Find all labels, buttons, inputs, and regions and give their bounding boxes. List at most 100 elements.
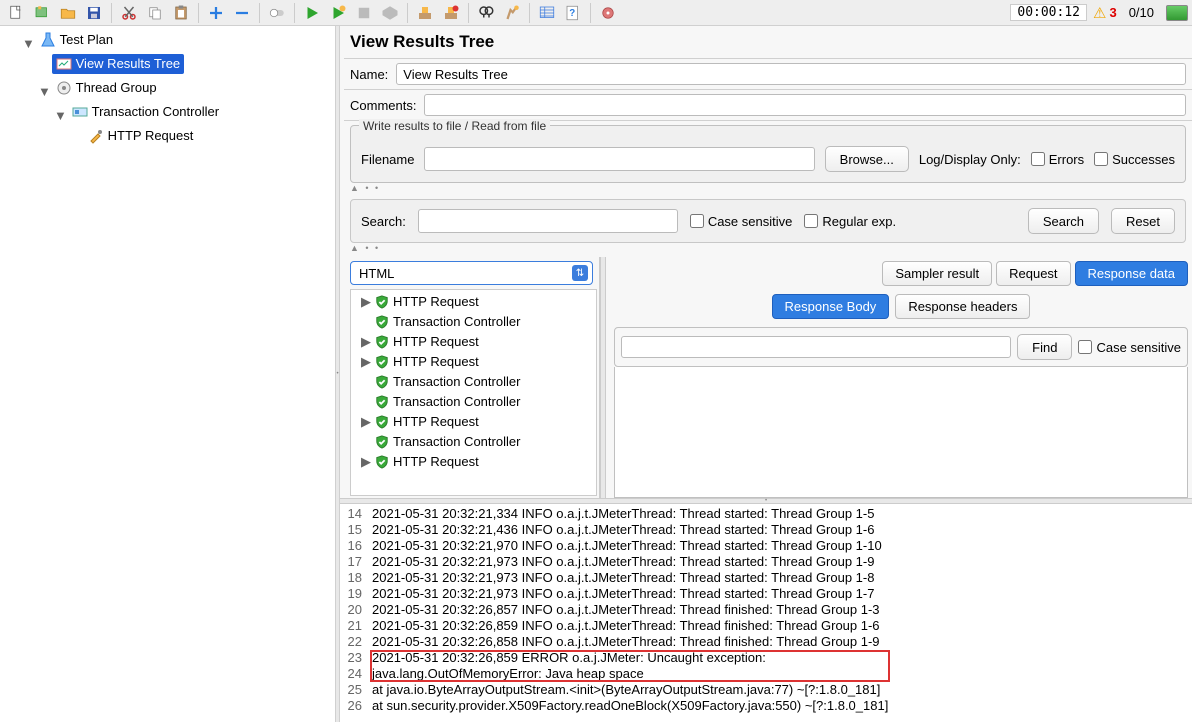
- collapse-handle-icon[interactable]: ▲ • •: [344, 243, 1192, 253]
- result-item[interactable]: Transaction Controller: [357, 312, 596, 332]
- stop-icon[interactable]: [352, 2, 376, 24]
- search-input[interactable]: [418, 209, 678, 233]
- tab-request[interactable]: Request: [996, 261, 1070, 286]
- tree-label: Thread Group: [76, 78, 157, 98]
- result-item[interactable]: Transaction Controller: [357, 372, 596, 392]
- beaker-icon: [40, 32, 56, 48]
- help-icon[interactable]: ?: [561, 2, 585, 24]
- result-item[interactable]: ▶HTTP Request: [357, 332, 596, 352]
- tree-node-thread-group[interactable]: Thread Group: [52, 78, 161, 98]
- search-button[interactable]: Search: [1028, 208, 1099, 234]
- log-line: 152021-05-31 20:32:21,436 INFO o.a.j.t.J…: [344, 522, 1192, 538]
- collapse-icon[interactable]: [230, 2, 254, 24]
- case-sensitive-checkbox[interactable]: Case sensitive: [690, 214, 793, 229]
- main-toolbar: ? 00:00:12 ⚠3 0/10: [0, 0, 1192, 26]
- disclosure-icon[interactable]: ▼: [38, 82, 48, 102]
- disclosure-icon[interactable]: ▶: [361, 412, 371, 432]
- find-input[interactable]: [621, 336, 1011, 358]
- results-icon: [56, 56, 72, 72]
- toggle-icon[interactable]: [265, 2, 289, 24]
- result-label: HTTP Request: [393, 452, 479, 472]
- renderer-select[interactable]: HTML ⇅: [350, 261, 593, 285]
- controller-icon: [72, 104, 88, 120]
- search-bar: Search: Case sensitive Regular exp. Sear…: [350, 199, 1186, 243]
- disclosure-icon[interactable]: ▼: [22, 34, 32, 54]
- filename-input[interactable]: [424, 147, 814, 171]
- log-line: 25 at java.io.ByteArrayOutputStream.<ini…: [344, 682, 1192, 698]
- run-now-icon[interactable]: [326, 2, 350, 24]
- tree-label: View Results Tree: [76, 54, 181, 74]
- result-item[interactable]: Transaction Controller: [357, 432, 596, 452]
- tree-node-test-plan[interactable]: Test Plan: [36, 30, 117, 50]
- logdisplay-label: Log/Display Only:: [919, 152, 1021, 167]
- log-line: 202021-05-31 20:32:26,857 INFO o.a.j.t.J…: [344, 602, 1192, 618]
- subtab-response-body[interactable]: Response Body: [772, 294, 890, 319]
- open-icon[interactable]: [56, 2, 80, 24]
- reset-search-icon[interactable]: [500, 2, 524, 24]
- result-item[interactable]: ▶HTTP Request: [357, 352, 596, 372]
- result-label: Transaction Controller: [393, 432, 520, 452]
- disclosure-icon[interactable]: ▶: [361, 452, 371, 472]
- paste-icon[interactable]: [169, 2, 193, 24]
- search-label: Search:: [361, 214, 406, 229]
- save-icon[interactable]: [82, 2, 106, 24]
- function-icon[interactable]: [535, 2, 559, 24]
- name-label: Name:: [350, 67, 388, 82]
- tab-response-data[interactable]: Response data: [1075, 261, 1188, 286]
- result-item[interactable]: ▶ HTTP Request: [357, 412, 596, 432]
- log-line: 24java.lang.OutOfMemoryError: Java heap …: [344, 666, 1192, 682]
- tree-node-http-request[interactable]: HTTP Request: [84, 126, 198, 146]
- result-item[interactable]: Transaction Controller: [357, 392, 596, 412]
- threadgroup-icon: [56, 80, 72, 96]
- tree-node-view-results[interactable]: View Results Tree: [52, 54, 185, 74]
- run-icon[interactable]: [300, 2, 324, 24]
- successes-checkbox[interactable]: Successes: [1094, 152, 1175, 167]
- fieldset-legend: Write results to file / Read from file: [359, 119, 550, 133]
- result-label: HTTP Request: [393, 412, 479, 432]
- name-input[interactable]: [396, 63, 1186, 85]
- tab-sampler-result[interactable]: Sampler result: [882, 261, 992, 286]
- clear-all-icon[interactable]: [439, 2, 463, 24]
- pipette-icon: [88, 128, 104, 144]
- renderer-value: HTML: [359, 266, 394, 281]
- reset-button[interactable]: Reset: [1111, 208, 1175, 234]
- test-plan-tree[interactable]: ▼ Test Plan View Results Tree ▼: [0, 26, 335, 722]
- thread-count: 0/10: [1123, 5, 1160, 20]
- collapse-handle-icon[interactable]: ▲ • •: [344, 183, 1192, 193]
- comments-input[interactable]: [424, 94, 1186, 116]
- cut-icon[interactable]: [117, 2, 141, 24]
- log-line: 222021-05-31 20:32:26,858 INFO o.a.j.t.J…: [344, 634, 1192, 650]
- heap-gauge-icon[interactable]: [1166, 5, 1188, 21]
- copy-icon[interactable]: [143, 2, 167, 24]
- disclosure-icon[interactable]: ▼: [54, 106, 64, 126]
- search-tree-icon[interactable]: [474, 2, 498, 24]
- result-label: Transaction Controller: [393, 392, 520, 412]
- result-item[interactable]: ▶HTTP Request: [357, 292, 596, 312]
- warning-indicator[interactable]: ⚠3: [1089, 4, 1121, 22]
- clear-icon[interactable]: [413, 2, 437, 24]
- expand-icon[interactable]: [204, 2, 228, 24]
- find-button[interactable]: Find: [1017, 334, 1072, 360]
- tree-node-transaction-controller[interactable]: Transaction Controller: [68, 102, 223, 122]
- disclosure-icon[interactable]: ▶: [361, 292, 371, 312]
- shutdown-icon[interactable]: [378, 2, 402, 24]
- disclosure-icon[interactable]: ▶: [361, 352, 371, 372]
- browse-button[interactable]: Browse...: [825, 146, 909, 172]
- results-tree[interactable]: ▶HTTP RequestTransaction Controller▶HTTP…: [350, 289, 597, 496]
- log-line: 232021-05-31 20:32:26,859 ERROR o.a.j.JM…: [344, 650, 1192, 666]
- new-icon[interactable]: [4, 2, 28, 24]
- tools-icon[interactable]: [596, 2, 620, 24]
- filename-label: Filename: [361, 152, 414, 167]
- find-case-checkbox[interactable]: Case sensitive: [1078, 340, 1181, 355]
- disclosure-icon[interactable]: ▶: [361, 332, 371, 352]
- subtab-response-headers[interactable]: Response headers: [895, 294, 1030, 319]
- templates-icon[interactable]: [30, 2, 54, 24]
- log-line: 182021-05-31 20:32:21,973 INFO o.a.j.t.J…: [344, 570, 1192, 586]
- log-pane[interactable]: 142021-05-31 20:32:21,334 INFO o.a.j.t.J…: [340, 504, 1192, 722]
- response-body-area[interactable]: [614, 367, 1188, 498]
- result-item[interactable]: ▶ HTTP Request: [357, 452, 596, 472]
- elapsed-timer: 00:00:12: [1010, 4, 1087, 21]
- regexp-checkbox[interactable]: Regular exp.: [804, 214, 896, 229]
- log-line: 172021-05-31 20:32:21,973 INFO o.a.j.t.J…: [344, 554, 1192, 570]
- errors-checkbox[interactable]: Errors: [1031, 152, 1084, 167]
